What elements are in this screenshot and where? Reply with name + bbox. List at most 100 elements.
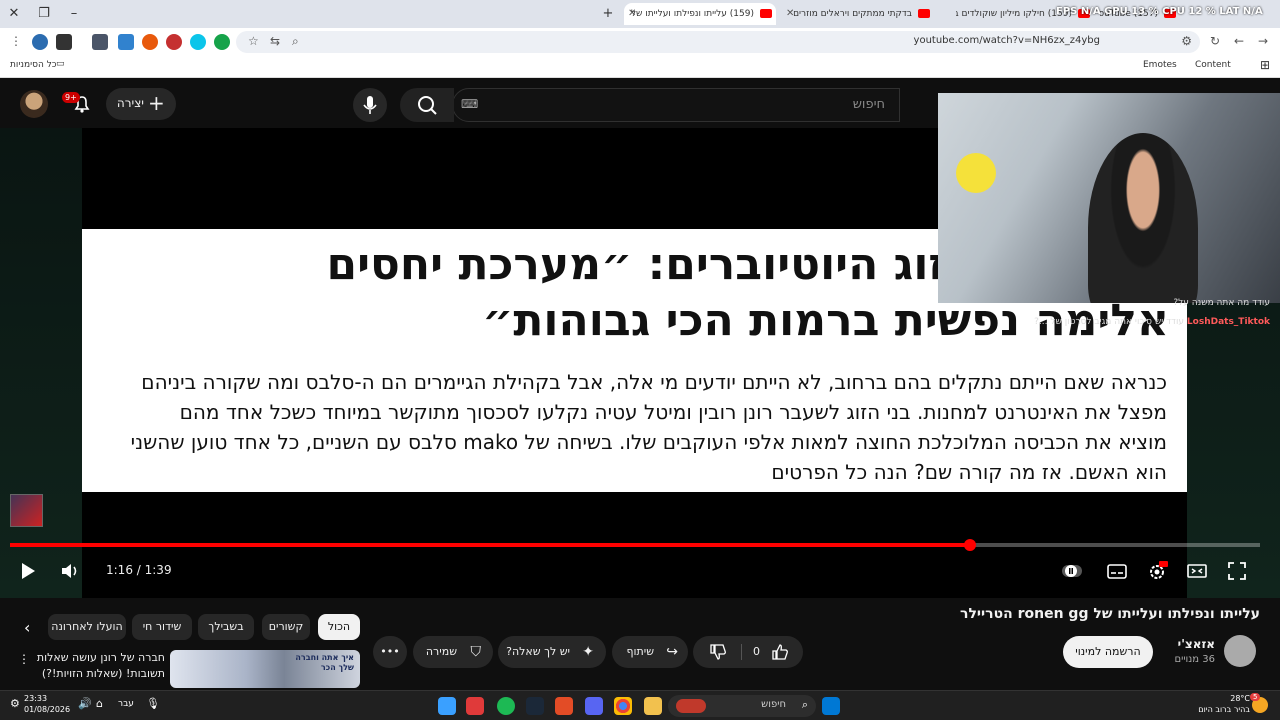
reload-icon[interactable]: ↻ [1210,34,1220,48]
save-button[interactable]: שמירה ⛉ [413,636,493,668]
tab-strange-candy[interactable]: בדקתי ממתקים ויראלים מוזרים ✕ [782,3,934,25]
app-icon[interactable] [555,697,573,715]
chip-recently-uploaded[interactable]: הועלו לאחרונה [48,614,126,640]
bookmark-emotes[interactable]: Emotes [1143,60,1177,70]
ask-question-button[interactable]: יש לך שאלה? ✦ [498,636,606,668]
play-button[interactable] [16,560,38,582]
site-settings-icon[interactable]: ⚙ [1181,34,1192,48]
bookmark-star-icon[interactable]: ☆ [248,34,259,48]
tab-active-video[interactable]: (159) עלייתו ונפילתו ועלייתו של ✕ [624,3,776,25]
recommendation-title[interactable]: חברה של רונן עושה שאלות תשובות! (שאלות ה… [30,650,165,682]
theater-mode-button[interactable] [1186,560,1208,582]
tab-title: (159) עלייתו ונפילתו ועלייתו של [630,9,754,19]
sparkle-icon: ✦ [582,644,594,660]
menu-dots-icon[interactable]: ⋮ [10,34,22,48]
tab-title: (159) חילקו מיליון שוקולדים ב... [956,9,1072,19]
start-windows-icon[interactable] [822,697,840,715]
more-vertical-icon[interactable]: ⋮ [18,652,30,666]
plus-icon: + [148,91,165,115]
youtube-icon [918,9,930,18]
extension-icon[interactable] [142,34,158,50]
chip-all[interactable]: הכול [318,614,360,640]
share-icon: ↪ [666,644,678,660]
settings-button[interactable] [1146,560,1168,582]
bookmark-content[interactable]: Content [1195,60,1231,70]
widgets-icon[interactable] [438,697,456,715]
back-icon[interactable]: ← [1234,34,1244,48]
search-button[interactable] [400,88,454,122]
language-indicator[interactable]: עבר [118,699,134,709]
chip-for-you[interactable]: בשבילך [198,614,254,640]
channel-name[interactable]: אזאצ'י [1160,637,1215,651]
autoplay-toggle[interactable] [1061,560,1083,582]
extension-icon[interactable] [214,34,230,50]
channel-avatar[interactable] [1224,635,1256,667]
search-placeholder: חיפוש [852,97,885,112]
dislike-button[interactable] [709,636,727,673]
system-clock[interactable]: 23:33 01/08/2026 [24,693,70,715]
keyboard-icon[interactable]: ⌨ [461,97,478,111]
mic-icon [363,96,377,114]
file-explorer-icon[interactable] [644,697,662,715]
discord-icon[interactable] [585,697,603,715]
chevron-left-icon[interactable]: ‹ [24,618,30,637]
thumbnail-text: איך אתה וחברה שלך הכר [295,653,354,672]
extension-icon[interactable] [56,34,72,50]
chat-overlay: עודד מה אתה משנה על? LoshDats_Tiktok עוד… [950,298,1270,336]
lamp [956,153,996,193]
network-icon[interactable]: ⌂ [96,697,103,710]
extensions-puzzle-icon[interactable] [92,34,108,50]
url-text: youtube.com/watch?v=NH6zx_z4ybg [913,35,1100,46]
zoom-icon[interactable]: ⌕ [292,34,299,49]
extension-icon[interactable] [32,34,48,50]
subtitles-button[interactable] [1106,560,1128,582]
chip-live[interactable]: שידור חי [132,614,192,640]
overlay-thumbnail [10,494,43,527]
voice-search-button[interactable] [353,88,387,122]
scrubber-handle[interactable] [963,539,976,551]
close-tab-icon[interactable]: ✕ [628,3,636,25]
create-label: יצירה [116,96,144,110]
steam-icon[interactable] [526,697,544,715]
weather-widget[interactable]: 28°C בהיר ברוב היום [1195,693,1250,715]
extension-icon[interactable] [166,34,182,50]
subscribe-button[interactable]: הרשמה למינוי [1063,636,1153,668]
extension-icon[interactable] [118,34,134,50]
more-horizontal-icon: ••• [380,645,400,658]
restore-window-icon[interactable]: ❐ [34,4,54,24]
new-tab-icon[interactable]: + [598,4,618,24]
apps-grid-icon[interactable]: ⊞ [1260,58,1270,72]
forward-icon[interactable]: → [1258,34,1268,48]
fullscreen-button[interactable] [1226,560,1248,582]
like-dislike-group: 0 [693,636,803,668]
progress-bar[interactable] [10,539,1260,551]
youtube-icon [760,9,772,18]
settings-icon[interactable]: ⚙ [10,697,20,710]
mic-icon[interactable]: 🎙 [146,697,160,710]
chrome-icon[interactable] [614,697,632,715]
weather-temp: 28°C [1230,694,1250,703]
recommendation-thumbnail[interactable]: איך אתה וחברה שלך הכר [170,650,360,688]
taskbar-search[interactable]: חיפוש ⌕ [668,695,816,717]
create-button[interactable]: + יצירה [106,88,176,120]
chip-related[interactable]: קשורים [262,614,310,640]
share-button[interactable]: שיתוף ↪ [612,636,688,668]
browser-toolbar: ⋮ ☆ ⇆ ⌕ youtube.com/watch?v=NH6zx_z4ybg … [0,28,1280,56]
minimize-window-icon[interactable]: – [64,4,84,24]
address-bar[interactable]: ☆ ⇆ ⌕ youtube.com/watch?v=NH6zx_z4ybg ⚙ [236,31,1200,53]
tab-title: בדקתי ממתקים ויראלים מוזרים [793,9,912,19]
close-tab-icon[interactable]: ✕ [786,3,794,25]
spotify-icon[interactable] [497,697,515,715]
extension-icon[interactable] [190,34,206,50]
speaker-icon[interactable]: 🔊 [78,697,92,710]
account-avatar[interactable] [20,90,48,118]
more-actions-button[interactable]: ••• [373,636,407,668]
article-body: כנראה שאם הייתם נתקלים בהם ברחוב, לא היי… [130,370,1167,484]
volume-button[interactable] [59,560,81,582]
translate-icon[interactable]: ⇆ [270,34,280,48]
all-bookmarks-link[interactable]: כל הסימניות [10,60,57,70]
search-input[interactable]: ⌨ חיפוש [452,88,900,122]
app-icon[interactable] [466,697,484,715]
like-button[interactable] [771,636,789,673]
close-window-icon[interactable]: ✕ [4,4,24,24]
